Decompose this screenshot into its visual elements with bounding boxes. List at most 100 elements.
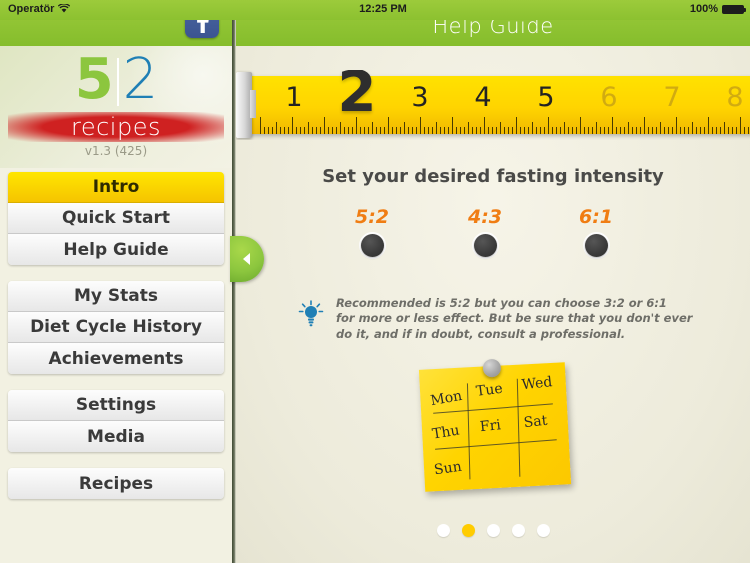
tape-number: 5 <box>537 82 555 113</box>
logo-number-right: 2 <box>122 47 159 112</box>
tape-number: 4 <box>474 82 492 113</box>
tape-tick <box>348 127 349 134</box>
main-content: 1 2 3 4 5 6 7 8 Set your desired fasting intens… <box>236 46 750 563</box>
sticky-note-illustration: Mon Tue Wed Thu Fri Sat Sun <box>418 358 572 492</box>
tape-tick <box>724 122 725 134</box>
sidebar-item-recipes[interactable]: Recipes <box>8 468 224 499</box>
tape-number: 3 <box>411 82 429 113</box>
panel-toggle-button[interactable] <box>230 236 264 282</box>
status-bar: Operatör 12:25 PM 100% <box>0 0 750 20</box>
option-label: 5:2 <box>354 206 390 228</box>
tape-tick <box>276 122 277 134</box>
tape-tick <box>360 127 361 134</box>
tape-tick <box>548 117 549 134</box>
option-5-2[interactable]: 5:2 <box>327 206 417 257</box>
note-day: Mon <box>429 387 464 410</box>
option-radio-button[interactable] <box>584 234 608 257</box>
tape-tick <box>564 122 565 134</box>
sidebar-item-intro[interactable]: Intro <box>8 172 224 203</box>
tape-hook-icon <box>236 72 256 138</box>
tape-number: 6 <box>600 82 618 113</box>
sidebar: 52 recipes v1.3 (425) Intro Quick Start He… <box>0 0 232 563</box>
sidebar-menu-group: Recipes <box>8 468 224 499</box>
tape-tick <box>528 127 529 134</box>
option-6-1[interactable]: 6:1 <box>551 206 641 257</box>
tape-tick <box>500 122 501 134</box>
tape-tick <box>452 117 453 134</box>
tape-number: 1 <box>285 82 303 113</box>
tape-tick <box>368 127 369 134</box>
tape-tick <box>596 122 597 134</box>
option-radio-button[interactable] <box>473 234 497 257</box>
tape-tick <box>476 127 477 134</box>
tape-tick <box>568 127 569 134</box>
tip-line: for more or less effect. But be sure tha… <box>336 311 693 326</box>
tape-tick <box>540 127 541 134</box>
sidebar-menu-group: Intro Quick Start Help Guide <box>8 172 224 265</box>
battery-percent-label: 100% <box>689 3 718 15</box>
pagination-dot[interactable] <box>511 524 525 537</box>
tape-tick <box>292 117 293 134</box>
sidebar-item-help-guide[interactable]: Help Guide <box>8 234 224 265</box>
pagination-dot[interactable] <box>486 524 500 537</box>
tape-tick <box>624 127 625 134</box>
note-day: Sat <box>523 412 549 432</box>
sidebar-item-label: Help Guide <box>63 239 169 260</box>
tape-tick <box>432 127 433 134</box>
grid-line <box>516 378 521 477</box>
pagination-dot[interactable] <box>536 524 550 537</box>
tape-tick <box>572 127 573 134</box>
tape-tick <box>608 127 609 134</box>
tape-tick <box>516 117 517 134</box>
tape-tick <box>748 127 749 134</box>
sidebar-item-diet-cycle-history[interactable]: Diet Cycle History <box>8 312 224 343</box>
sidebar-item-my-stats[interactable]: My Stats <box>8 281 224 312</box>
lightbulb-icon <box>298 296 324 342</box>
tape-tick <box>632 127 633 134</box>
tape-tick <box>692 122 693 134</box>
tape-measure-illustration: 1 2 3 4 5 6 7 8 <box>236 70 750 140</box>
pagination-dots[interactable] <box>236 524 750 537</box>
tape-tick <box>264 127 265 134</box>
tape-tick <box>592 127 593 134</box>
app-version-label: v1.3 (425) <box>84 144 148 158</box>
tape-tick <box>428 127 429 134</box>
tape-tick <box>324 117 325 134</box>
option-radio-button[interactable] <box>360 234 384 257</box>
pagination-dot[interactable] <box>461 524 475 537</box>
tape-tick <box>680 127 681 134</box>
tape-tick <box>532 122 533 134</box>
logo-ribbon: recipes <box>8 112 224 142</box>
tape-tick <box>388 117 389 134</box>
tape-tick <box>436 122 437 134</box>
tape-tick <box>464 127 465 134</box>
tape-tick <box>688 127 689 134</box>
tape-tick <box>736 127 737 134</box>
app-logo: 52 recipes v1.3 (425) <box>0 46 232 168</box>
tape-tick <box>648 127 649 134</box>
tape-tick <box>508 127 509 134</box>
tape-tick <box>400 127 401 134</box>
tape-tick <box>352 127 353 134</box>
tape-tick <box>588 127 589 134</box>
tape-tick <box>672 127 673 134</box>
status-battery-group: 100% <box>689 3 746 15</box>
logo-number-left: 5 <box>74 47 114 112</box>
tape-tick <box>584 127 585 134</box>
option-4-3[interactable]: 4:3 <box>440 206 530 257</box>
tape-tick <box>480 127 481 134</box>
tape-tick <box>664 127 665 134</box>
tape-tick <box>520 127 521 134</box>
tape-tick <box>700 127 701 134</box>
tape-tick <box>704 127 705 134</box>
tape-tick <box>580 117 581 134</box>
tape-tick <box>656 127 657 134</box>
sidebar-item-settings[interactable]: Settings <box>8 390 224 421</box>
tape-tick <box>536 127 537 134</box>
sidebar-item-media[interactable]: Media <box>8 421 224 452</box>
sidebar-item-quick-start[interactable]: Quick Start <box>8 203 224 234</box>
pagination-dot[interactable] <box>436 524 450 537</box>
tape-tick <box>696 127 697 134</box>
tape-tick <box>740 117 741 134</box>
sidebar-item-achievements[interactable]: Achievements <box>8 343 224 374</box>
